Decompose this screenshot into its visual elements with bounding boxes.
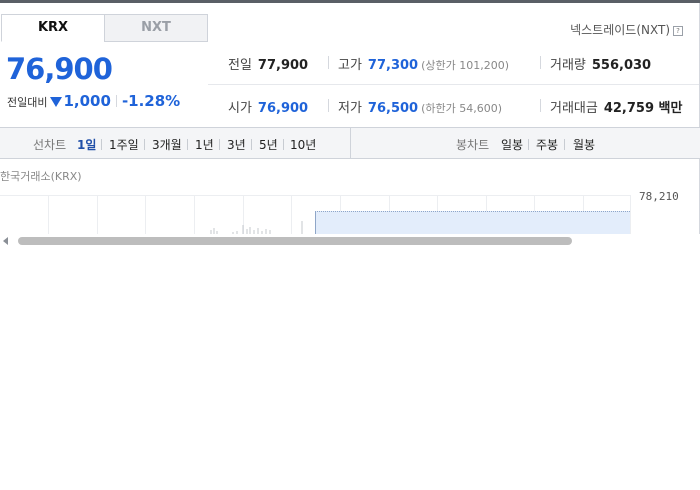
divider xyxy=(101,139,102,150)
tab-krx[interactable]: KRX xyxy=(1,14,105,42)
intraday-chart xyxy=(0,195,631,235)
horizontal-scrollbar[interactable] xyxy=(0,234,700,249)
period-5year[interactable]: 5년 xyxy=(259,136,278,153)
current-price: 76,900 xyxy=(6,52,113,86)
period-1day[interactable]: 1일 xyxy=(77,136,96,153)
candle-monthly[interactable]: 월봉 xyxy=(573,136,595,153)
price-area xyxy=(315,211,630,235)
divider xyxy=(187,139,188,150)
stat-open: 시가 76,900 xyxy=(228,97,308,116)
divider xyxy=(540,99,541,112)
stat-value: 77,300 xyxy=(367,58,419,73)
period-3month[interactable]: 3개월 xyxy=(152,136,182,153)
stat-value: 42,759 백만 xyxy=(603,101,683,116)
stat-label: 고가 xyxy=(338,58,362,73)
period-1year[interactable]: 1년 xyxy=(195,136,214,153)
divider xyxy=(328,56,329,69)
stat-value: 76,500 xyxy=(367,101,419,116)
upper-limit: (상한가 101,200) xyxy=(421,59,510,72)
scroll-left-icon[interactable] xyxy=(3,237,8,245)
stats-row-divider xyxy=(208,84,699,85)
stat-label: 저가 xyxy=(338,101,362,116)
help-icon[interactable]: ? xyxy=(673,26,683,36)
period-10year[interactable]: 10년 xyxy=(290,136,316,153)
divider xyxy=(350,128,351,158)
candle-chart-title: 봉차트 xyxy=(456,138,490,152)
divider xyxy=(251,139,252,150)
candle-daily[interactable]: 일봉 xyxy=(501,136,523,153)
stat-label: 거래대금 xyxy=(550,101,598,116)
stat-volume: 거래량 556,030 xyxy=(540,54,652,73)
down-arrow-icon xyxy=(50,97,63,107)
exchange-label: 한국거래소(KRX) xyxy=(0,170,82,183)
volume-ticks xyxy=(210,221,303,235)
stat-label: 시가 xyxy=(228,101,252,116)
line-chart-title: 선차트 xyxy=(33,138,67,152)
price-change: 전일대비 1,000 -1.28% xyxy=(7,92,180,110)
stat-value: 556,030 xyxy=(591,58,652,73)
stat-low: 저가 76,500 (하한가 54,600) xyxy=(328,97,503,116)
stat-high: 고가 77,300 (상한가 101,200) xyxy=(328,54,510,73)
stat-amount: 거래대금 42,759 백만 xyxy=(540,97,683,116)
divider xyxy=(328,99,329,112)
chart-period-bar: 선차트 1일 1주일 3개월 1년 3년 5년 10년 봉차트 일봉 주봉 월봉 xyxy=(0,127,700,159)
period-3year[interactable]: 3년 xyxy=(227,136,246,153)
stat-prev-close: 전일 77,900 xyxy=(228,54,308,73)
divider xyxy=(564,139,565,150)
tab-nxt[interactable]: NXT xyxy=(104,14,208,42)
divider xyxy=(144,139,145,150)
divider xyxy=(115,95,117,107)
divider xyxy=(540,56,541,69)
stat-label: 거래량 xyxy=(550,58,586,73)
divider xyxy=(219,139,220,150)
divider xyxy=(528,139,529,150)
divider xyxy=(283,139,284,150)
stat-value: 77,900 xyxy=(257,58,309,73)
nxt-info-label: 넥스트레이드(NXT) xyxy=(570,23,670,37)
lower-limit: (하한가 54,600) xyxy=(421,102,503,115)
change-value: 1,000 xyxy=(63,92,111,110)
change-percent: -1.28% xyxy=(121,92,181,110)
stat-label: 전일 xyxy=(228,58,252,73)
stat-value: 76,900 xyxy=(257,101,309,116)
candle-weekly[interactable]: 주봉 xyxy=(536,136,558,153)
period-1week[interactable]: 1주일 xyxy=(109,136,139,153)
nxt-info-link[interactable]: 넥스트레이드(NXT)? xyxy=(570,21,683,38)
change-label: 전일대비 xyxy=(7,96,48,109)
scrollbar-thumb[interactable] xyxy=(18,237,572,245)
